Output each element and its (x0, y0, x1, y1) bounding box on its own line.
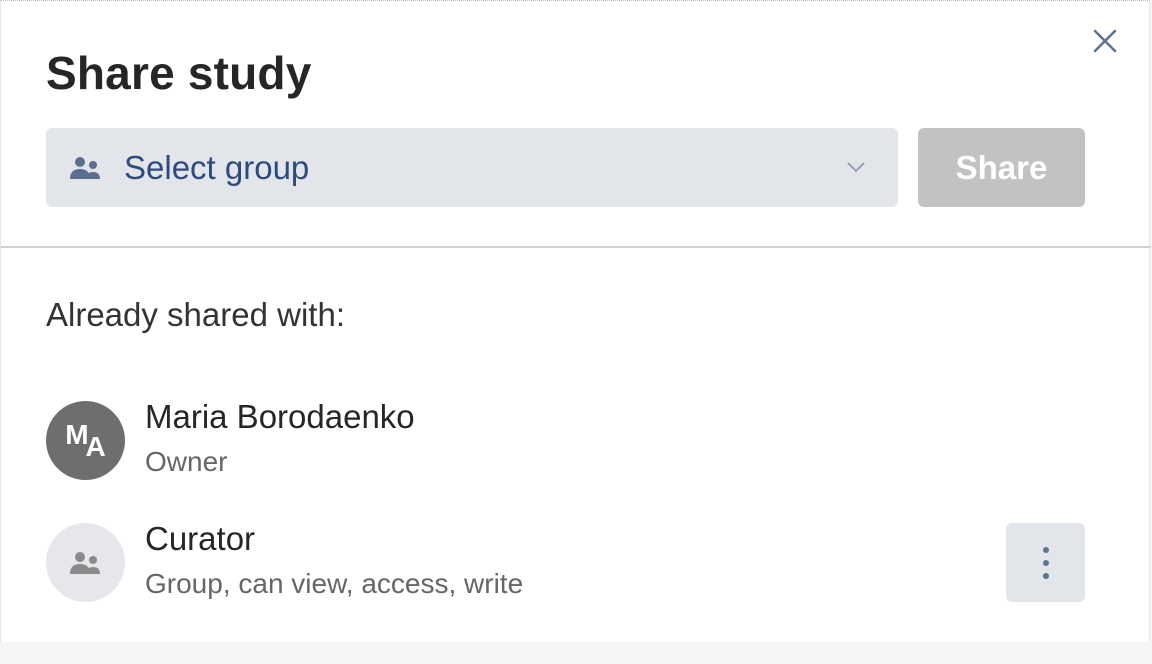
close-icon (1093, 29, 1117, 53)
avatar: MA (46, 401, 125, 480)
group-select[interactable]: Select group (46, 128, 898, 207)
shared-entry-owner: MA Maria Borodaenko Owner (46, 398, 1085, 481)
chevron-down-icon (847, 162, 865, 173)
entry-role: Owner (145, 446, 228, 477)
share-button[interactable]: Share (918, 128, 1085, 207)
group-avatar (46, 523, 125, 602)
dialog-title: Share study (46, 47, 312, 99)
shared-entry-group: Curator Group, can view, access, write (46, 520, 1085, 603)
already-shared-heading: Already shared with: (46, 296, 345, 333)
more-vertical-icon (1042, 546, 1049, 579)
group-icon (69, 551, 100, 574)
group-select-placeholder: Select group (124, 148, 310, 186)
share-study-dialog: Share study Select group Share Already s… (0, 0, 1151, 642)
entry-name: Maria Borodaenko (145, 398, 415, 435)
entry-permissions: Group, can view, access, write (145, 568, 524, 599)
avatar-initial-2: A (85, 430, 106, 462)
entry-name: Curator (145, 520, 256, 557)
entry-menu-button[interactable] (1006, 523, 1085, 602)
divider (1, 246, 1151, 248)
close-button[interactable] (1087, 23, 1123, 59)
group-icon (68, 155, 104, 181)
